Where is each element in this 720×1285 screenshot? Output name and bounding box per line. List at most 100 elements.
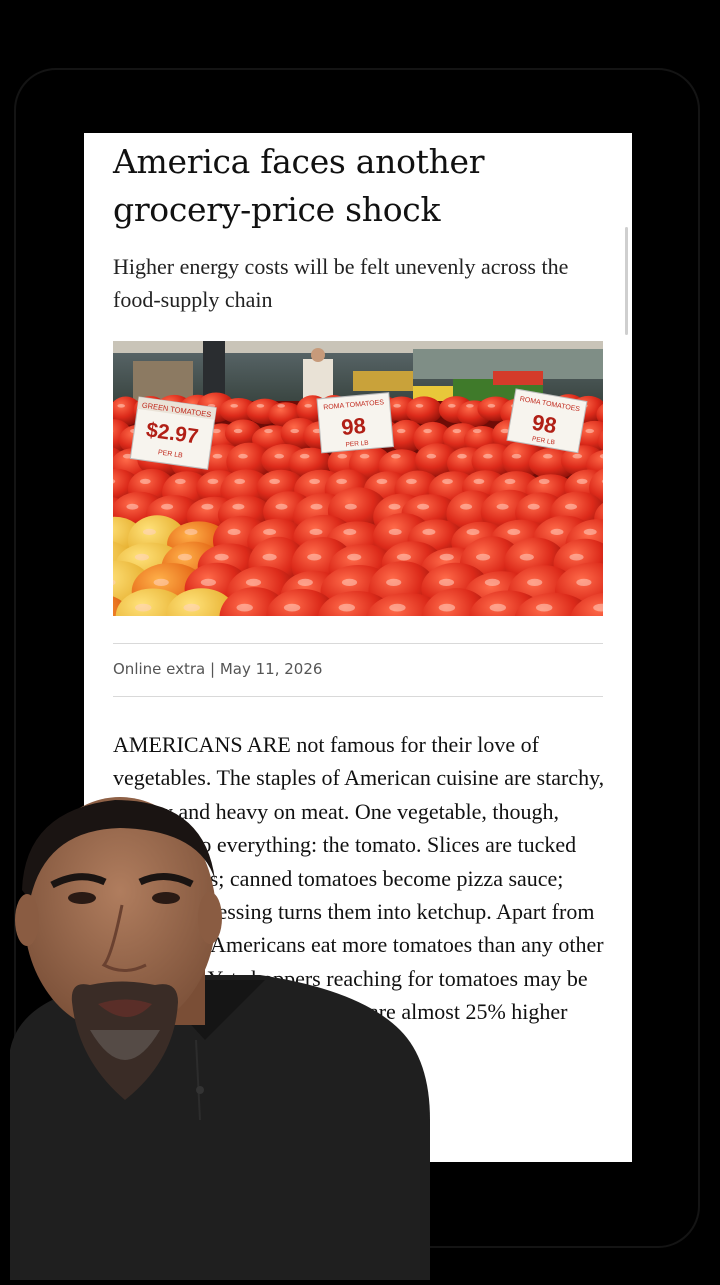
tomato-highlight [347,554,361,561]
tomato-highlight [585,429,594,433]
divider-top [113,643,603,644]
tomato-highlight [453,429,462,433]
tomato-highlight [507,529,520,535]
tomato-highlight [497,504,509,510]
tomato-highlight [238,454,248,459]
article-photo: GREEN TOMATOES $2.97 PER LB ROMA TOMATOE… [113,341,603,616]
publish-date: May 11, 2026 [220,660,323,678]
tomato-highlight [246,579,261,586]
tomato-highlight [237,604,253,612]
tomato-highlight [573,454,583,459]
tomato-highlight [488,404,496,408]
tomato-highlight [336,479,347,484]
tomato-highlight [300,454,310,459]
tomato-highlight [311,504,323,510]
tomato-highlight [298,579,313,586]
tomato-highlight [397,554,411,561]
tomato-highlight [476,554,490,561]
tomato-highlight [389,504,401,510]
tomato-highlight [466,404,474,408]
tomato-highlight [201,504,213,510]
scrollbar[interactable] [625,227,628,335]
tomato-highlight [117,404,125,408]
dateline: Online extra | May 11, 2026 [113,660,322,678]
presenter-video-overlay [0,790,430,1280]
tomato-highlight [397,429,406,433]
tomato-highlight [391,454,401,459]
tomato-highlight [215,554,229,561]
tomato-highlight [473,429,482,433]
article-subheadline: Higher energy costs will be felt unevenl… [113,250,603,316]
sign-2-price: 98 [340,413,367,440]
tomato-highlight [439,604,455,612]
tomato-highlight [527,579,542,586]
tomato-highlight [386,579,401,586]
tomato-highlight [427,454,437,459]
tomato-highlight [274,454,284,459]
tomato [406,396,443,424]
tomato-highlight [284,604,300,612]
tomato-highlight [474,479,485,484]
tomato-highlight [417,504,429,510]
tomato-highlight [213,454,223,459]
tomato-highlight [576,579,591,586]
divider-bottom [113,696,603,697]
tomato-highlight [140,479,151,484]
section-label[interactable]: Online extra [113,660,205,678]
tomato-highlight [135,554,149,561]
tomato-highlight [307,554,321,561]
tomato-highlight [264,429,273,433]
tomato-highlight [277,404,285,408]
tomato-highlight [343,529,356,535]
tomato-highlight [360,454,370,459]
tomato-highlight [536,604,552,612]
tomato-highlight [551,529,564,535]
tomato-highlight [263,554,277,561]
tomato-highlight [377,479,388,484]
tomato-highlight [393,404,401,408]
tomato-highlight [276,504,288,510]
tomato-highlight [389,529,402,535]
tomato-highlight [135,604,151,612]
tomato-highlight [342,579,357,586]
tomato-highlight [234,429,243,433]
tomato-highlight [543,454,553,459]
price-sign-1: GREEN TOMATOES $2.97 PER LB [130,397,216,469]
tomato-highlight [154,579,169,586]
tomato-highlight [422,529,435,535]
dateline-separator: | [210,660,215,678]
tomato-highlight [339,604,355,612]
tomato-highlight [175,479,186,484]
tomato-highlight [539,479,550,484]
tomato-highlight [257,404,265,408]
tomato-highlight [569,554,583,561]
tomato-highlight [208,479,219,484]
tomato-highlight [232,504,244,510]
tomato-highlight [263,529,276,535]
tomato-highlight [460,504,472,510]
tomato-highlight [389,604,405,612]
tomato-highlight [457,454,467,459]
tomato-highlight [345,504,357,510]
tomato-highlight [584,529,597,535]
tomato-highlight [230,404,238,408]
tomato-highlight [309,479,320,484]
tomato-highlight [448,404,456,408]
tomato-highlight [565,504,577,510]
tomato-highlight [520,554,534,561]
article-headline: America faces another grocery-price shoc… [113,138,613,234]
price-sign-2: ROMA TOMATOES 98 PER LB [317,393,393,453]
tomato-highlight [528,504,540,510]
tomato-highlight [269,479,280,484]
tomato-highlight [290,429,299,433]
tomato-highlight [310,529,323,535]
tomato-highlight [467,529,480,535]
tomato-highlight [184,604,200,612]
tomato-highlight [490,604,506,612]
tomato-highlight [338,454,348,459]
tomato-highlight [416,404,424,408]
tomato-highlight [483,454,493,459]
tomato-highlight [228,529,241,535]
tomato-highlight [485,579,500,586]
tomato-highlight [440,554,454,561]
